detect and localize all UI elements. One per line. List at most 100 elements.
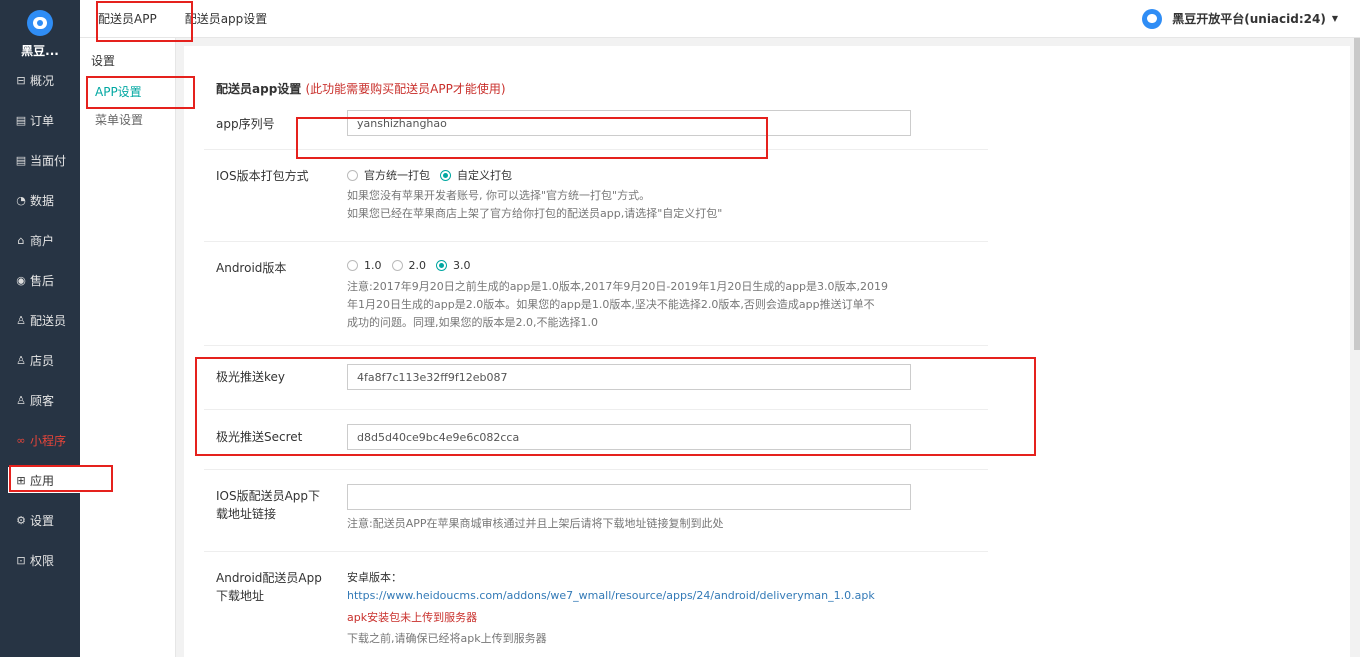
jpush-key-input[interactable] <box>347 364 911 390</box>
user-icon: ♙ <box>16 313 26 327</box>
nav-item-customers[interactable]: ♙ 顾客 <box>0 380 80 420</box>
android-link-label-line2: 下载地址 <box>216 589 265 603</box>
jpush-secret-label: 极光推送Secret <box>216 430 303 444</box>
avatar <box>1142 8 1163 29</box>
option-label: 官方统一打包 <box>364 169 430 182</box>
ios-pack-radio-group: 官方统一打包 自定义打包 <box>347 167 522 183</box>
subnav-item-app-settings[interactable]: APP设置 <box>80 78 175 106</box>
option-label: 自定义打包 <box>457 169 512 182</box>
ios-download-link-input[interactable] <box>347 484 911 510</box>
nav-label: 概况 <box>30 73 55 88</box>
user-icon: ♙ <box>16 353 26 367</box>
nav-label: 小程序 <box>30 433 67 448</box>
nav-label: 顾客 <box>30 393 55 408</box>
android-version-2-option[interactable]: 2.0 <box>391 259 427 272</box>
android-version-label: Android版本 <box>216 261 287 275</box>
row-android-version: Android版本 1.0 2.0 3.0 注意:2017年9月20日之前生成的… <box>204 242 988 346</box>
row-jpush-key: 极光推送key <box>204 350 988 410</box>
nav-item-deliverymen[interactable]: ♙ 配送员 <box>0 300 80 340</box>
row-android-download-link: Android配送员App 下载地址 安卓版本： https://www.hei… <box>204 552 988 657</box>
caret-down-icon: ▼ <box>1331 14 1338 23</box>
lock-icon: ⊡ <box>16 553 26 567</box>
facepay-icon: ▤ <box>15 153 27 167</box>
page-title-text: 配送员app设置 <box>216 82 302 96</box>
aftersale-icon: ◉ <box>16 273 26 287</box>
app-serial-label: app序列号 <box>216 117 275 131</box>
logo-icon <box>27 10 53 36</box>
option-label: 3.0 <box>453 259 471 272</box>
nav-label: 数据 <box>30 193 55 208</box>
user-icon: ♙ <box>16 393 26 407</box>
ios-link-label-line1: IOS版配送员App下 <box>216 489 321 503</box>
android-version-1-option[interactable]: 1.0 <box>347 259 382 272</box>
row-jpush-secret: 极光推送Secret <box>204 410 988 470</box>
page-title-note: (此功能需要购买配送员APP才能使用) <box>305 82 506 96</box>
option-label: 2.0 <box>408 259 427 272</box>
ios-pack-label: IOS版本打包方式 <box>216 169 309 183</box>
main-content: 配送员app设置 (此功能需要购买配送员APP才能使用) app序列号 IOS版… <box>184 46 1350 657</box>
ios-link-help: 注意:配送员APP在苹果商城审核通过并且上架后请将下载地址链接复制到此处 <box>347 517 724 530</box>
sub-sidebar: 设置 APP设置 菜单设置 <box>80 38 176 657</box>
store-icon: ⌂ <box>17 233 25 247</box>
apk-not-uploaded-warning: apk安装包未上传到服务器 <box>347 611 478 624</box>
nav-label: 设置 <box>30 513 55 528</box>
apk-upload-help: 下载之前,请确保已经将apk上传到服务器 <box>347 632 547 645</box>
nav-item-data[interactable]: ◔ 数据 <box>0 180 80 220</box>
brand-name: 黑豆... <box>21 44 59 58</box>
ios-link-label-line2: 载地址链接 <box>216 507 277 521</box>
nav-label: 售后 <box>30 273 55 288</box>
scrollbar[interactable] <box>1354 38 1360 350</box>
android-link-label-line1: Android配送员App <box>216 571 322 585</box>
page-title: 配送员app设置 (此功能需要购买配送员APP才能使用) <box>216 80 506 97</box>
nav-item-apps[interactable]: ⊞ 应用 <box>8 467 80 493</box>
tab-deliveryman-app[interactable]: 配送员APP <box>80 0 171 38</box>
nav-item-facepay[interactable]: ▤ 当面付 <box>0 140 80 180</box>
row-ios-download-link: IOS版配送员App下 载地址链接 注意:配送员APP在苹果商城审核通过并且上架… <box>204 470 988 552</box>
topbar: 配送员APP 配送员app设置 黑豆开放平台(uniacid:24) ▼ <box>80 0 1360 38</box>
nav-label: 店员 <box>30 353 55 368</box>
app-serial-input[interactable] <box>347 110 911 136</box>
main-nav: ⊟ 概况 ▤ 订单 ▤ 当面付 ◔ 数据 ⌂ 商户 ◉ 售后 ♙ 配送员 ♙ 店员 ♙ 顾客 ∞ 小… <box>0 60 80 580</box>
nav-item-miniprogram[interactable]: ∞ 小程序 <box>0 420 80 460</box>
apps-icon: ⊞ <box>16 473 26 487</box>
data-icon: ◔ <box>16 193 26 207</box>
nav-item-settings[interactable]: ⚙ 设置 <box>0 500 80 540</box>
ios-pack-custom-option[interactable]: 自定义打包 <box>440 167 512 183</box>
nav-label: 当面付 <box>30 153 67 168</box>
nav-item-aftersale[interactable]: ◉ 售后 <box>0 260 80 300</box>
orders-icon: ▤ <box>15 113 27 127</box>
radio-icon <box>391 260 403 271</box>
overview-icon: ⊟ <box>16 73 26 87</box>
row-app-serial: app序列号 <box>204 102 988 150</box>
jpush-secret-input[interactable] <box>347 424 911 450</box>
nav-item-overview[interactable]: ⊟ 概况 <box>0 60 80 100</box>
option-label: 1.0 <box>364 259 382 272</box>
tab-deliveryman-app-settings[interactable]: 配送员app设置 <box>171 0 282 38</box>
account-name: 黑豆开放平台(uniacid:24) <box>1172 12 1326 26</box>
nav-label: 配送员 <box>30 313 67 328</box>
radio-icon <box>347 260 358 271</box>
nav-item-merchants[interactable]: ⌂ 商户 <box>0 220 80 260</box>
jpush-key-label: 极光推送key <box>216 370 286 384</box>
subnav-item-menu-settings[interactable]: 菜单设置 <box>80 106 175 134</box>
android-version-radio-group: 1.0 2.0 3.0 <box>347 259 481 272</box>
radio-icon <box>347 169 358 181</box>
nav-label: 权限 <box>30 553 55 568</box>
subnav-title: 设置 <box>91 54 116 68</box>
ios-pack-official-option[interactable]: 官方统一打包 <box>347 167 430 183</box>
android-version-help-2: 年1月20日生成的app是2.0版本。如果您的app是1.0版本,坚决不能选择2… <box>347 298 875 311</box>
radio-checked-icon <box>440 169 451 181</box>
android-download-url[interactable]: https://www.heidoucms.com/addons/we7_wma… <box>347 587 875 605</box>
account-menu[interactable]: 黑豆开放平台(uniacid:24) ▼ <box>1142 8 1338 29</box>
nav-item-permissions[interactable]: ⊡ 权限 <box>0 540 80 580</box>
android-version-help-1: 注意:2017年9月20日之前生成的app是1.0版本,2017年9月20日-2… <box>347 280 889 293</box>
ios-pack-help-1: 如果您没有苹果开发者账号, 你可以选择"官方统一打包"方式。 <box>347 189 651 202</box>
android-version-3-option[interactable]: 3.0 <box>436 259 471 272</box>
radio-checked-icon <box>436 260 447 271</box>
nav-label: 商户 <box>30 233 55 248</box>
nav-label: 订单 <box>30 113 55 128</box>
gear-icon: ⚙ <box>16 513 26 527</box>
main-sidebar: 黑豆... ⊟ 概况 ▤ 订单 ▤ 当面付 ◔ 数据 ⌂ 商户 ◉ 售后 ♙ 配送员 ♙ 店员 … <box>0 0 80 657</box>
nav-item-clerks[interactable]: ♙ 店员 <box>0 340 80 380</box>
nav-item-orders[interactable]: ▤ 订单 <box>0 100 80 140</box>
